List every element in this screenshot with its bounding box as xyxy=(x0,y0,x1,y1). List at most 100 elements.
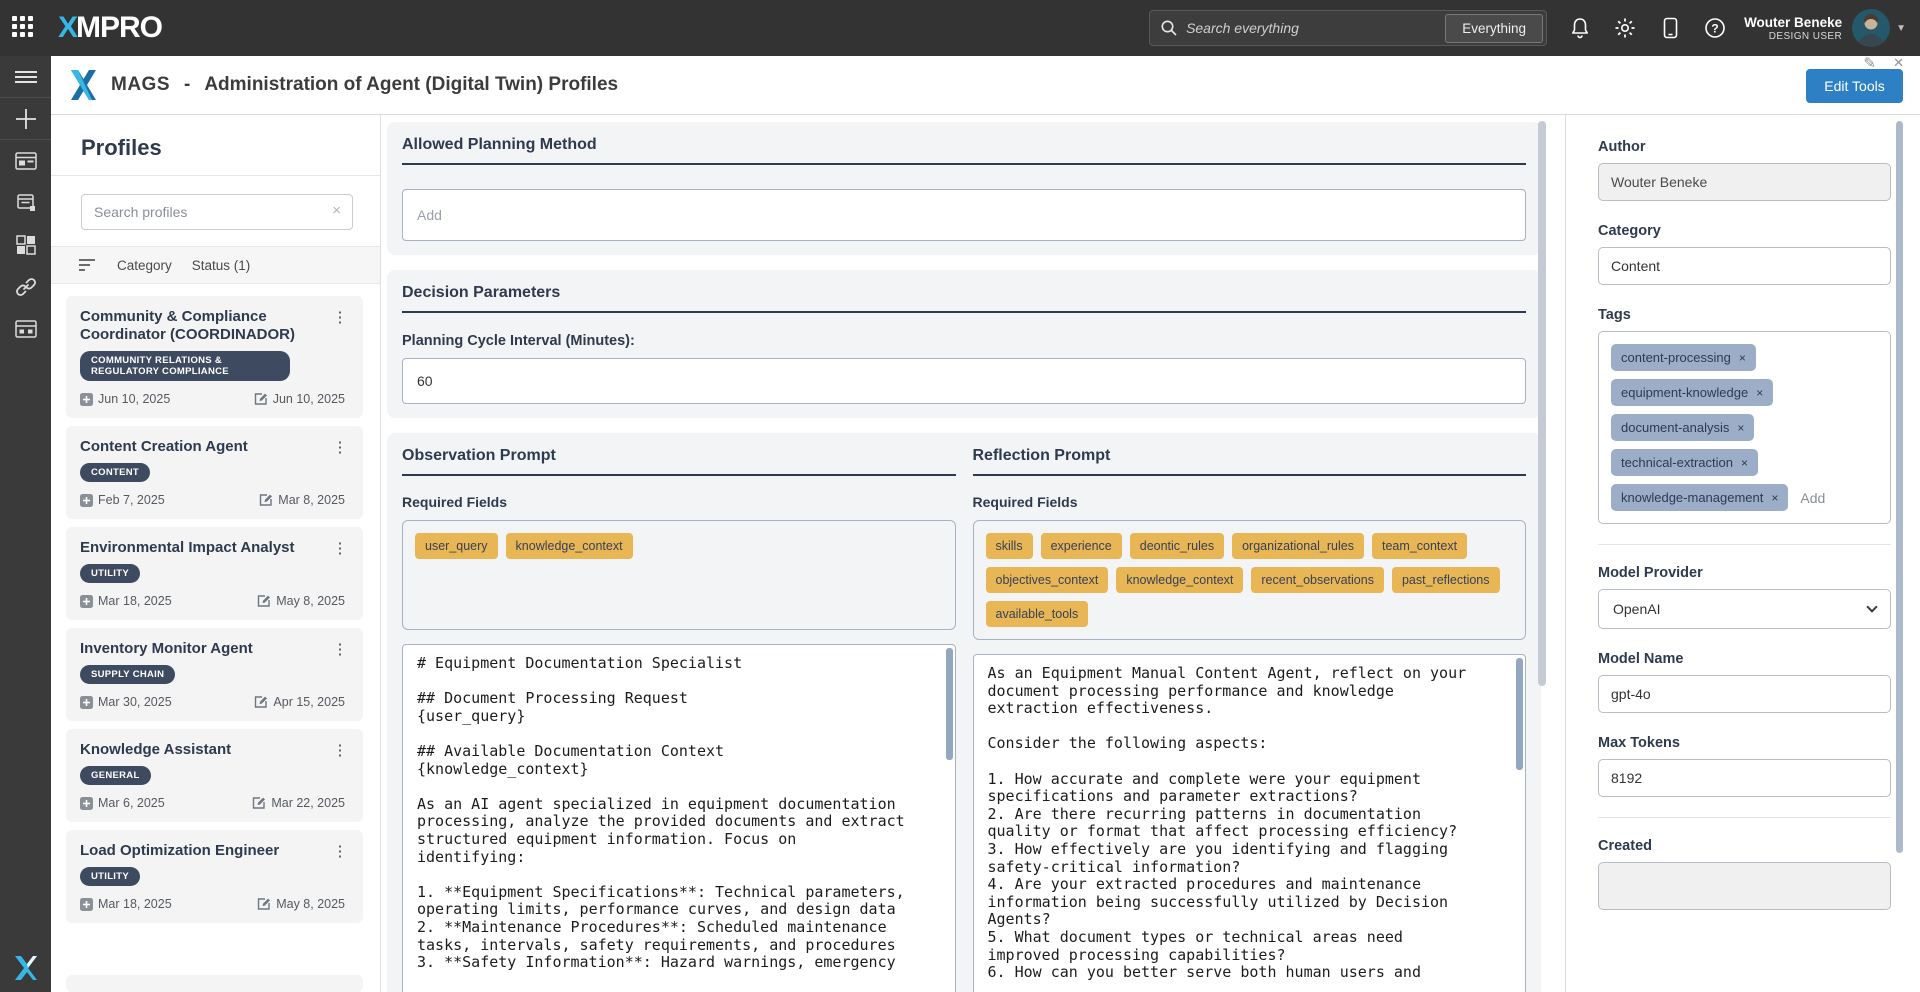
remove-tag-icon[interactable]: × xyxy=(1741,456,1748,470)
reflection-title: Reflection Prompt xyxy=(973,447,1527,465)
tag-pill[interactable]: knowledge-management× xyxy=(1611,484,1788,511)
settings-gear-icon[interactable] xyxy=(1614,17,1636,39)
user-role: DESIGN USER xyxy=(1744,31,1842,42)
main-scrollbar[interactable] xyxy=(1538,121,1546,686)
mags-x-logo xyxy=(70,69,97,101)
search-scope-button[interactable]: Everything xyxy=(1445,14,1543,43)
user-caret-icon[interactable]: ▼ xyxy=(1896,23,1906,34)
apps-grid-icon[interactable] xyxy=(12,16,36,40)
kebab-menu-icon[interactable]: ⋮ xyxy=(331,438,349,456)
profile-card[interactable]: Inventory Monitor Agent ⋮ SUPPLY CHAIN M… xyxy=(66,628,363,721)
chevron-down-icon xyxy=(1866,601,1877,612)
remove-tag-icon[interactable]: × xyxy=(1739,351,1746,365)
reflection-required-fields: skills experience deontic_rules organizatio… xyxy=(973,520,1527,640)
modified-date: Mar 22, 2025 xyxy=(252,796,345,810)
menu-hamburger-icon[interactable] xyxy=(0,56,51,98)
profile-card[interactable]: Knowledge Assistant ⋮ GENERAL Mar 6, 202… xyxy=(66,729,363,822)
kebab-menu-icon[interactable]: ⋮ xyxy=(331,539,349,557)
tag-pill[interactable]: technical-extraction× xyxy=(1611,449,1758,476)
required-field-tag[interactable]: objectives_context xyxy=(986,567,1109,593)
filter-category[interactable]: Category xyxy=(117,258,172,273)
widgets-icon[interactable] xyxy=(0,224,51,266)
required-field-tag[interactable]: organizational_rules xyxy=(1232,533,1364,559)
xmpro-x-logo[interactable] xyxy=(13,954,39,982)
modified-pencil-icon xyxy=(257,897,271,911)
profile-category-badge: COMMUNITY RELATIONS & REGULATORY COMPLIA… xyxy=(80,351,290,381)
remove-tag-icon[interactable]: × xyxy=(1756,386,1763,400)
edit-tools-button[interactable]: Edit Tools xyxy=(1806,69,1903,103)
profile-card-partial[interactable] xyxy=(66,975,363,992)
planning-method-add-input[interactable] xyxy=(402,189,1526,241)
avatar[interactable] xyxy=(1852,9,1890,47)
link-icon[interactable] xyxy=(0,266,51,308)
profile-card[interactable]: Load Optimization Engineer ⋮ UTILITY Mar… xyxy=(66,830,363,923)
required-field-tag[interactable]: knowledge_context xyxy=(1116,567,1243,593)
filter-icon[interactable] xyxy=(79,258,97,272)
max-tokens-input[interactable] xyxy=(1598,759,1891,797)
dashboard-icon[interactable] xyxy=(0,140,51,182)
required-field-tag[interactable]: deontic_rules xyxy=(1130,533,1224,559)
mobile-device-icon[interactable] xyxy=(1659,17,1681,39)
add-tag-label[interactable]: Add xyxy=(1800,490,1825,506)
section-rule xyxy=(402,311,1526,313)
profile-card[interactable]: Community & Compliance Coordinator (COOR… xyxy=(66,296,363,418)
required-field-tag[interactable]: experience xyxy=(1041,533,1122,559)
created-label: Created xyxy=(1598,838,1890,854)
help-icon[interactable]: ? xyxy=(1704,17,1726,39)
required-field-tag[interactable]: team_context xyxy=(1372,533,1467,559)
profiles-search-input[interactable] xyxy=(81,194,353,230)
xmpro-logo[interactable]: XMPRO xyxy=(58,11,162,45)
observation-prompt-textarea[interactable]: # Equipment Documentation Specialist ## … xyxy=(402,644,956,992)
topbar-icons: ? xyxy=(1569,17,1726,39)
model-provider-select[interactable]: OpenAI xyxy=(1598,589,1891,629)
model-provider-label: Model Provider xyxy=(1598,565,1890,581)
profiles-panel: Profiles × Category Status (1) xyxy=(51,115,381,992)
kebab-menu-icon[interactable]: ⋮ xyxy=(331,741,349,759)
user-menu[interactable]: Wouter Beneke DESIGN USER xyxy=(1744,15,1842,42)
kebab-menu-icon[interactable]: ⋮ xyxy=(331,842,349,860)
forms-icon[interactable] xyxy=(0,308,51,350)
interval-label: Planning Cycle Interval (Minutes): xyxy=(402,333,1526,349)
created-input xyxy=(1598,862,1891,910)
tags-label: Tags xyxy=(1598,307,1890,323)
required-field-tag[interactable]: knowledge_context xyxy=(506,533,633,559)
reflection-prompt-textarea[interactable]: As an Equipment Manual Content Agent, re… xyxy=(973,654,1527,992)
profile-card[interactable]: Content Creation Agent ⋮ CONTENT Feb 7, … xyxy=(66,426,363,519)
textarea-scrollbar[interactable] xyxy=(946,648,953,760)
edit-pencil-icon[interactable]: ✎ xyxy=(1863,54,1876,72)
required-field-tag[interactable]: available_tools xyxy=(986,601,1089,627)
required-fields-label: Required Fields xyxy=(402,494,956,510)
panel-scrollbar[interactable] xyxy=(1896,121,1903,853)
textarea-scrollbar[interactable] xyxy=(1516,658,1523,770)
tag-pill[interactable]: document-analysis× xyxy=(1611,414,1754,441)
modified-pencil-icon xyxy=(257,594,271,608)
data-stream-icon[interactable] xyxy=(0,182,51,224)
notifications-bell-icon[interactable] xyxy=(1569,17,1591,39)
tags-box[interactable]: content-processing× equipment-knowledge×… xyxy=(1598,331,1891,524)
kebab-menu-icon[interactable]: ⋮ xyxy=(331,640,349,658)
required-field-tag[interactable]: user_query xyxy=(415,533,498,559)
tag-pill[interactable]: content-processing× xyxy=(1611,344,1756,371)
required-field-tag[interactable]: past_reflections xyxy=(1392,567,1500,593)
remove-tag-icon[interactable]: × xyxy=(1771,491,1778,505)
author-label: Author xyxy=(1598,139,1890,155)
filter-status[interactable]: Status (1) xyxy=(192,258,251,273)
required-field-tag[interactable]: recent_observations xyxy=(1251,567,1384,593)
kebab-menu-icon[interactable]: ⋮ xyxy=(331,308,349,326)
close-icon[interactable]: ✕ xyxy=(1893,55,1904,71)
planning-cycle-interval-input[interactable] xyxy=(402,358,1526,404)
tag-pill[interactable]: equipment-knowledge× xyxy=(1611,379,1773,406)
profile-category-badge: SUPPLY CHAIN xyxy=(80,665,175,684)
divider xyxy=(51,175,380,176)
category-input[interactable] xyxy=(1598,247,1891,285)
observation-column: Observation Prompt Required Fields user_… xyxy=(402,447,956,992)
required-field-tag[interactable]: skills xyxy=(986,533,1033,559)
profile-card[interactable]: Environmental Impact Analyst ⋮ UTILITY M… xyxy=(66,527,363,620)
observation-required-fields: user_query knowledge_context xyxy=(402,520,956,630)
add-plus-icon[interactable] xyxy=(0,98,51,140)
model-name-input[interactable] xyxy=(1598,675,1891,713)
remove-tag-icon[interactable]: × xyxy=(1737,421,1744,435)
clear-search-icon[interactable]: × xyxy=(332,202,341,219)
search-input[interactable] xyxy=(1178,20,1445,36)
section-rule xyxy=(402,474,956,476)
